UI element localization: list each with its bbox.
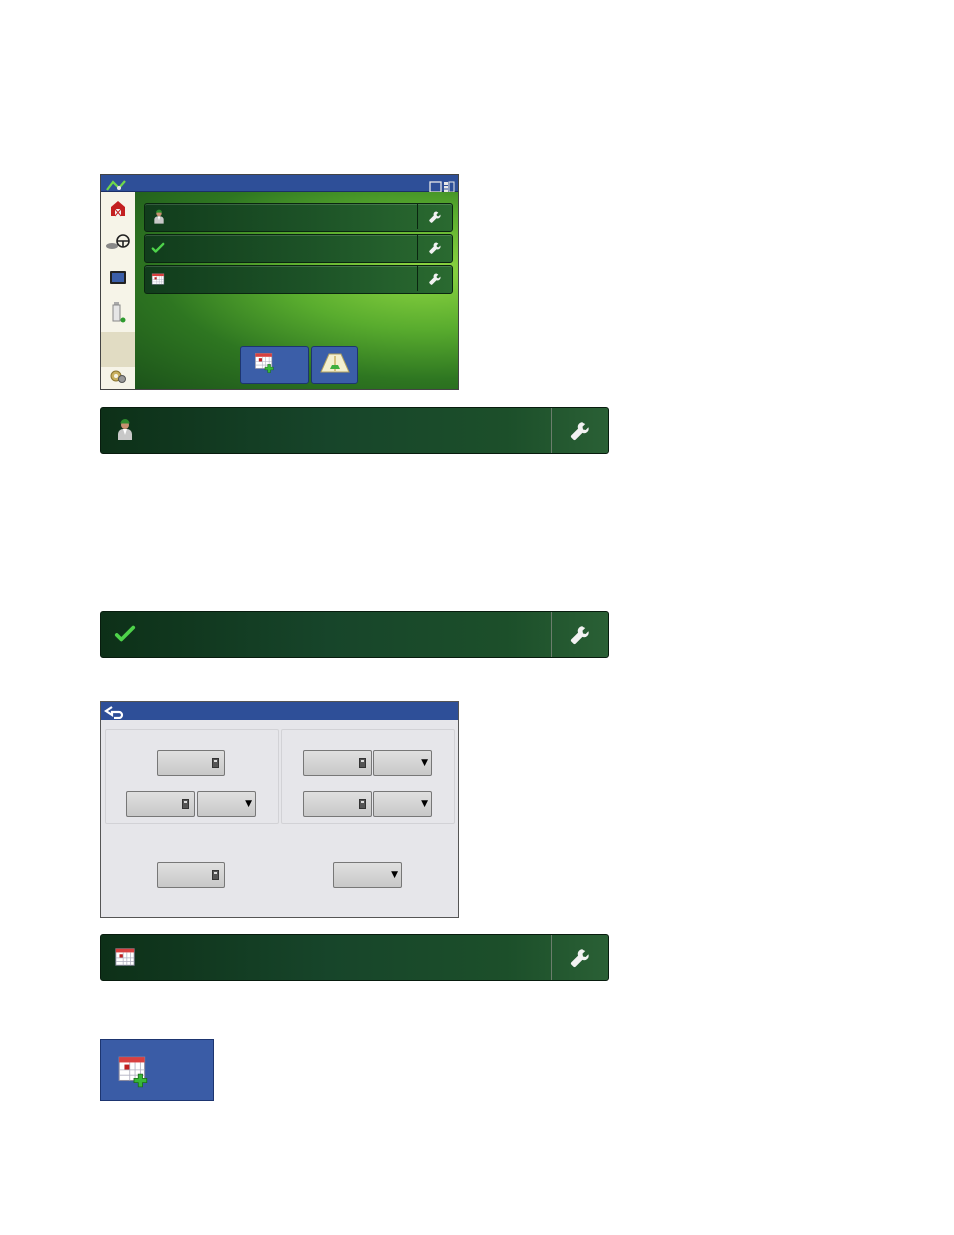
calculator-icon: [359, 799, 366, 809]
calculator-field[interactable]: [157, 862, 225, 888]
dialog-title-bar: [101, 702, 458, 720]
wrench-icon[interactable]: [551, 935, 608, 980]
field-guidance-button[interactable]: [311, 346, 358, 384]
new-event-button[interactable]: [240, 346, 309, 384]
event-setup-bar[interactable]: [144, 265, 453, 294]
calculator-field[interactable]: [303, 750, 372, 776]
home-main-area: [135, 192, 458, 389]
calculator-icon: [212, 870, 219, 880]
settings-dialog: ▼ ▼ ▼ ▼: [100, 701, 459, 918]
checkmark-icon: [151, 240, 167, 256]
wrench-icon[interactable]: [417, 266, 452, 291]
wrench-icon[interactable]: [551, 408, 608, 453]
calculator-field[interactable]: [303, 791, 372, 817]
sidebar-item-empty: [101, 332, 135, 368]
calendar-icon: [151, 271, 167, 287]
sidebar-item-vehicle[interactable]: [101, 227, 135, 263]
dropdown[interactable]: ▼: [197, 791, 256, 817]
sidebar-item-settings[interactable]: [101, 367, 135, 389]
dropdown[interactable]: ▼: [373, 791, 432, 817]
home-screen: [100, 174, 459, 390]
calculator-field[interactable]: [126, 791, 195, 817]
event-setup-bar-large[interactable]: [100, 934, 609, 981]
new-event-calendar-icon: [254, 352, 276, 378]
calculator-icon: [182, 799, 189, 809]
settings-gear-icon: [109, 368, 127, 388]
dropdown-arrow-icon: ▼: [245, 799, 252, 809]
calendar-icon: [111, 943, 139, 971]
checklist-setup-bar-large[interactable]: [100, 611, 609, 658]
wrench-icon[interactable]: [417, 235, 452, 260]
calculator-icon: [212, 758, 219, 768]
operator-icon: [151, 209, 167, 225]
sidebar-item-barn[interactable]: [101, 192, 135, 228]
wrench-icon[interactable]: [551, 612, 608, 657]
wrench-icon[interactable]: [417, 204, 452, 229]
checklist-setup-bar[interactable]: [144, 234, 453, 263]
checkmark-icon: [111, 620, 139, 648]
gps-status-icon: [105, 177, 127, 191]
dropdown-arrow-icon: ▼: [421, 799, 428, 809]
operator-setup-bar-large[interactable]: [100, 407, 609, 454]
calculator-icon: [359, 758, 366, 768]
dropdown[interactable]: ▼: [373, 750, 432, 776]
barn-icon: [109, 199, 127, 221]
field-guidance-icon: [319, 352, 351, 378]
dropdown-arrow-icon: ▼: [421, 758, 428, 768]
new-event-calendar-icon: [116, 1055, 152, 1089]
steering-wheel-icon: [105, 233, 131, 256]
dropdown-arrow-icon: ▼: [391, 870, 398, 880]
display-icon: [109, 270, 127, 290]
product-bottle-icon: [109, 301, 127, 329]
operator-setup-bar[interactable]: [144, 203, 453, 232]
operator-icon: [111, 416, 139, 444]
sidebar-item-display[interactable]: [101, 262, 135, 298]
sidebar-item-product[interactable]: [101, 297, 135, 333]
calculator-field[interactable]: [157, 750, 225, 776]
view-toggle-icon[interactable]: [429, 178, 455, 193]
dropdown[interactable]: ▼: [333, 862, 402, 888]
new-event-button-large[interactable]: [100, 1039, 214, 1101]
home-title-bar: [101, 175, 458, 193]
back-arrow-icon[interactable]: [104, 704, 126, 720]
sidebar: [101, 192, 135, 389]
